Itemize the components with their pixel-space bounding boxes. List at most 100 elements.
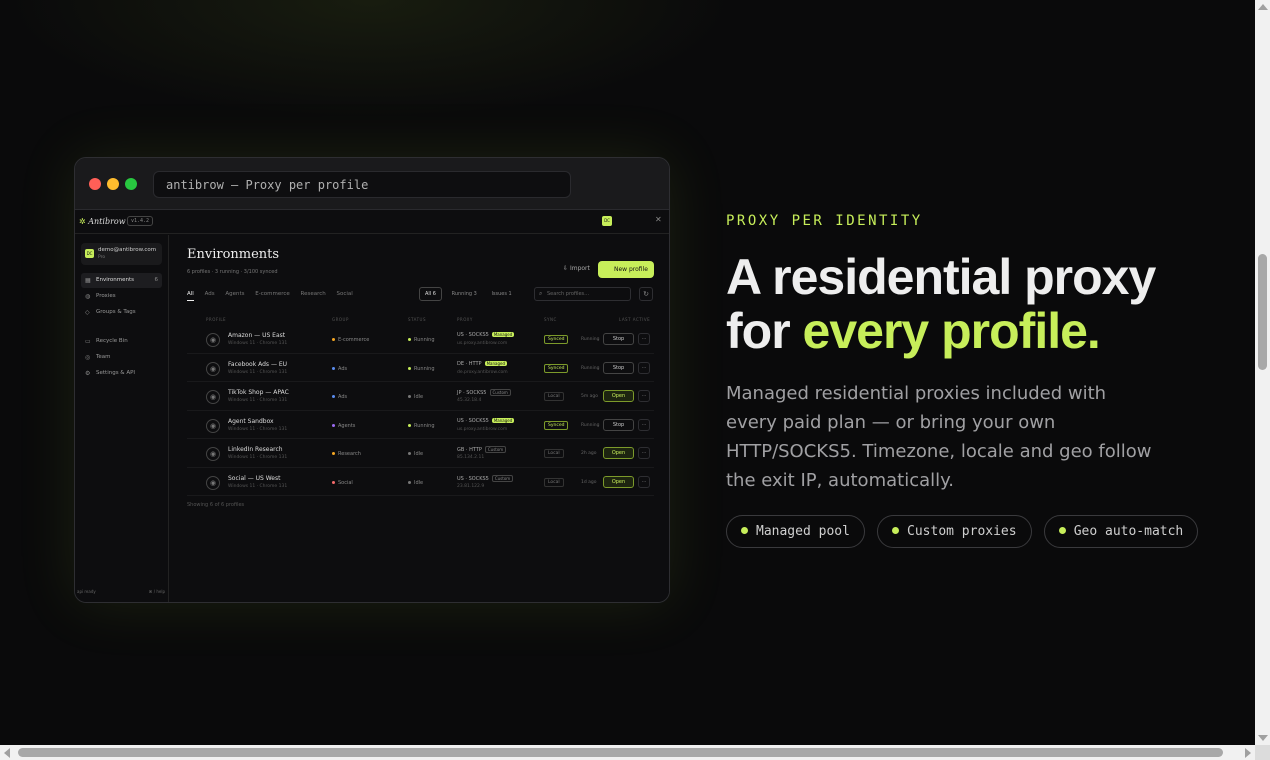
filter-running[interactable]: Running 3 bbox=[447, 288, 482, 300]
status-dot-icon bbox=[408, 395, 411, 398]
sidebar-item-proxies[interactable]: ◍ Proxies bbox=[81, 289, 162, 304]
table-row[interactable]: ◉ TikTok Shop — APAC Windows 11 · Chrome 1… bbox=[187, 382, 654, 411]
help-shortcut[interactable]: ⌘ / help bbox=[148, 589, 165, 594]
profile-status: Running bbox=[408, 366, 435, 372]
page-title: Environments bbox=[187, 247, 280, 262]
table-row[interactable]: ◉ LinkedIn Research Windows 11 · Chrome 13… bbox=[187, 439, 654, 468]
proxy-label: DE · HTTP bbox=[457, 360, 482, 367]
headline-accent: every profile. bbox=[802, 303, 1101, 359]
more-icon[interactable]: ··· bbox=[638, 475, 650, 488]
tab-agents[interactable]: Agents bbox=[225, 291, 244, 297]
window-url-bar: antibrow — Proxy per profile bbox=[153, 171, 571, 198]
table-row[interactable]: ◉ Agent Sandbox Windows 11 · Chrome 131 Age… bbox=[187, 411, 654, 439]
headline-line-2: for every profile. bbox=[726, 304, 1155, 358]
sidebar-item-label: Settings & API bbox=[96, 370, 136, 376]
dot-icon bbox=[741, 527, 748, 534]
gear-icon: ⚙ bbox=[85, 370, 91, 377]
last-active: Running bbox=[581, 337, 600, 342]
scroll-down-icon[interactable] bbox=[1258, 735, 1268, 741]
column-group: GROUP bbox=[332, 317, 349, 322]
last-active: Running bbox=[581, 422, 600, 428]
more-icon[interactable]: ··· bbox=[638, 361, 650, 374]
profile-name: Amazon — US East bbox=[228, 332, 286, 339]
status-dot-icon bbox=[408, 452, 411, 455]
vertical-scroll-thumb[interactable] bbox=[1258, 254, 1267, 370]
sidebar-item-label: Recycle Bin bbox=[96, 338, 128, 344]
pill-geo-auto-match: Geo auto-match bbox=[1043, 515, 1199, 548]
table-row[interactable]: ◉ Amazon — US East Windows 11 · Chrome 131… bbox=[187, 325, 654, 354]
scroll-up-icon[interactable] bbox=[1258, 4, 1268, 10]
sync-badge: Synced bbox=[544, 335, 569, 344]
more-icon[interactable]: ··· bbox=[638, 333, 650, 345]
refresh-button[interactable]: ↻ bbox=[639, 287, 653, 301]
status-label: Idle bbox=[414, 394, 424, 400]
group-dot-icon bbox=[332, 452, 335, 455]
tab-research[interactable]: Research bbox=[301, 291, 326, 297]
search-input[interactable]: ⌕ Search profiles… bbox=[534, 287, 631, 301]
status-label: Running bbox=[414, 337, 435, 343]
profile-os: Windows 11 · Chrome 131 bbox=[228, 483, 288, 489]
profile-os: Windows 11 · Chrome 131 bbox=[228, 455, 288, 460]
proxy-label: US · SOCKS5 bbox=[457, 475, 489, 482]
table-row[interactable]: ◉ Facebook Ads — EU Windows 11 · Chrome 13… bbox=[187, 354, 654, 382]
column-proxy: PROXY bbox=[457, 317, 473, 322]
pill-label: Custom proxies bbox=[907, 524, 1017, 539]
profile-proxy: DE · HTTP Managed bbox=[457, 360, 508, 367]
new-profile-button[interactable]: New profile bbox=[598, 261, 654, 278]
sidebar-item-environments[interactable]: ▦ Environments 6 bbox=[81, 273, 162, 288]
account-plan: Pro bbox=[98, 255, 106, 260]
more-icon[interactable]: ··· bbox=[638, 447, 650, 459]
more-icon[interactable]: ··· bbox=[638, 390, 650, 402]
filter-all[interactable]: All 6 bbox=[419, 287, 442, 301]
scroll-right-icon[interactable] bbox=[1245, 748, 1251, 758]
row-action-button[interactable]: Stop bbox=[603, 361, 634, 374]
close-icon[interactable]: ✕ bbox=[655, 215, 662, 224]
profile-name: LinkedIn Research bbox=[228, 446, 283, 453]
row-action-button[interactable]: Open bbox=[603, 447, 634, 459]
scrollbar-corner bbox=[1255, 745, 1270, 760]
sync-badge: Synced bbox=[544, 363, 569, 373]
more-icon[interactable]: ··· bbox=[638, 418, 650, 431]
fingerprint-icon: ◉ bbox=[206, 361, 220, 376]
app-content: ✲ Antibrow v1.4.2 DC ✕ DC demo@antibrow.… bbox=[75, 210, 669, 602]
dot-icon bbox=[1058, 527, 1066, 534]
sidebar-item-recycle-bin[interactable]: ▭ Recycle Bin bbox=[81, 334, 162, 349]
sidebar-item-groups-tags[interactable]: ◇ Groups & Tags bbox=[81, 305, 162, 320]
headline-for: for bbox=[726, 303, 803, 359]
table-row[interactable]: ◉ Social — US West Windows 11 · Chrome 131… bbox=[187, 468, 654, 496]
profiles-table: ◉ Amazon — US East Windows 11 · Chrome 131… bbox=[187, 325, 654, 496]
tab-all[interactable]: All bbox=[187, 291, 194, 301]
sidebar-item-label: Proxies bbox=[96, 293, 116, 299]
tab-social[interactable]: Social bbox=[337, 291, 353, 297]
trash-icon: ▭ bbox=[85, 338, 91, 345]
sidebar-item-team[interactable]: ◎ Team bbox=[81, 350, 162, 365]
row-action-button[interactable]: Open bbox=[603, 475, 634, 488]
proxy-host: us.proxy.antibrow.com bbox=[457, 426, 508, 432]
filter-issues[interactable]: Issues 1 bbox=[486, 288, 516, 300]
row-action-button[interactable]: Stop bbox=[603, 418, 634, 431]
proxy-label: US · SOCKS5 bbox=[457, 332, 489, 338]
row-action-button[interactable]: Stop bbox=[603, 333, 634, 345]
profile-status: Idle bbox=[408, 451, 423, 457]
tab-ecommerce[interactable]: E-commerce bbox=[255, 291, 290, 297]
window-close-dot bbox=[89, 178, 101, 190]
scroll-left-icon[interactable] bbox=[4, 748, 10, 758]
showing-count: Showing 6 of 6 profiles bbox=[187, 502, 245, 508]
horizontal-scrollbar[interactable] bbox=[0, 745, 1255, 760]
proxy-tag: Custom bbox=[491, 474, 514, 482]
group-dot-icon bbox=[332, 366, 335, 370]
vertical-scrollbar[interactable] bbox=[1255, 0, 1270, 745]
row-action-button[interactable]: Open bbox=[603, 390, 634, 402]
user-avatar[interactable]: DC bbox=[602, 216, 612, 226]
sidebar-item-settings-api[interactable]: ⚙ Settings & API bbox=[81, 366, 162, 381]
group-dot-icon bbox=[332, 480, 335, 484]
tab-ads[interactable]: Ads bbox=[205, 291, 215, 297]
account-avatar: DC bbox=[85, 249, 94, 258]
proxy-tag: Managed bbox=[491, 332, 515, 337]
import-button[interactable]: ⇩ Import bbox=[563, 265, 590, 272]
sidebar-item-count: 6 bbox=[154, 277, 159, 283]
horizontal-scroll-thumb[interactable] bbox=[18, 748, 1223, 757]
fingerprint-icon: ◉ bbox=[206, 390, 220, 404]
window-titlebar: antibrow — Proxy per profile bbox=[75, 158, 669, 210]
account-switcher[interactable]: DC demo@antibrow.com Pro bbox=[81, 243, 162, 265]
